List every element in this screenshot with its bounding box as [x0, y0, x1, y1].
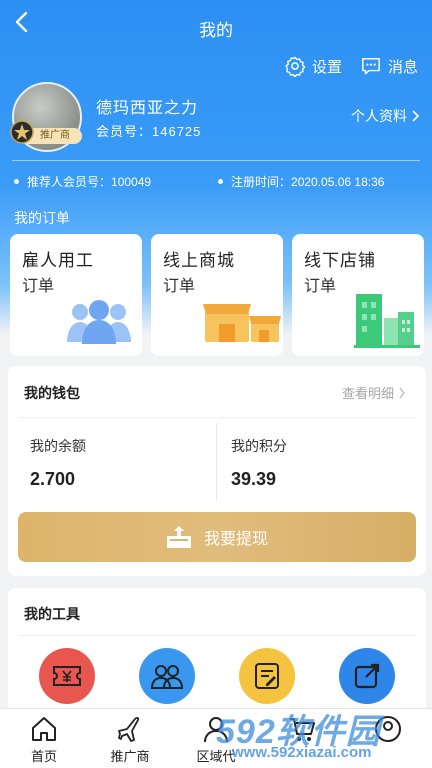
tools-title: 我的工具 — [24, 606, 80, 622]
tab-label: 首页 — [30, 749, 57, 764]
message-icon — [362, 58, 380, 75]
gear-icon — [285, 56, 306, 77]
member-value: 146725 — [152, 124, 202, 139]
tab-home[interactable]: 首页 — [0, 709, 88, 768]
ticket-icon — [53, 666, 81, 686]
page-title: 我的 — [199, 21, 233, 40]
tool-share[interactable] — [339, 648, 395, 704]
messages-label: 消息 — [387, 58, 418, 76]
people-group-icon — [67, 300, 131, 344]
top-bar: 我的 — [0, 0, 432, 52]
watermark: 592软件园 www.592xiazai.com — [212, 700, 432, 768]
home-icon — [32, 717, 56, 741]
shop-icon — [203, 304, 281, 342]
referrer-label: 推荐人会员号： — [27, 175, 112, 189]
orders-title: 我的订单 — [14, 210, 70, 226]
settings-button[interactable]: 设置 — [284, 55, 342, 77]
order-card-title: 雇人用工 — [22, 251, 94, 270]
registration-info: 注册时间： 2020.05.06 18:36 — [218, 173, 384, 190]
tool-team[interactable] — [139, 648, 195, 704]
tool-notes[interactable] — [239, 648, 295, 704]
order-card-title: 线上商城 — [163, 251, 235, 270]
balance-value[interactable]: 2.700 — [30, 469, 75, 490]
referrer-value: 100049 — [111, 174, 152, 189]
badge-emblem-icon — [10, 120, 34, 144]
share-icon — [354, 663, 380, 689]
points-value[interactable]: 39.39 — [231, 469, 276, 490]
profile-link-label: 个人资料 — [351, 108, 407, 124]
divider — [18, 635, 416, 636]
bullet-dot — [218, 179, 223, 184]
chevron-right-icon — [412, 110, 420, 122]
building-icon — [354, 294, 420, 348]
plane-icon — [118, 717, 140, 742]
order-card-sub: 订单 — [22, 278, 55, 295]
tab-promoter[interactable]: 推广商 — [86, 709, 174, 768]
vertical-divider — [216, 423, 217, 501]
profile-link[interactable]: 个人资料 — [351, 106, 420, 126]
notes-icon — [255, 663, 279, 689]
messages-button[interactable]: 消息 — [360, 55, 418, 77]
order-card-online-mall[interactable]: 线上商城 订单 — [151, 234, 283, 356]
member-label: 会员号： — [96, 124, 153, 139]
tool-ticket[interactable] — [39, 648, 95, 704]
wallet-title: 我的钱包 — [24, 385, 80, 401]
withdraw-icon — [166, 526, 191, 548]
order-card-sub: 订单 — [304, 278, 337, 295]
watermark-url: www.592xiazai.com — [232, 744, 372, 761]
header-divider — [12, 160, 420, 161]
view-details-link[interactable]: 查看明细 — [342, 383, 406, 402]
member-number: 会员号：146725 — [96, 121, 201, 140]
divider — [18, 417, 416, 418]
settings-label: 设置 — [311, 58, 342, 76]
chevron-right-icon — [399, 387, 405, 398]
user-name: 德玛西亚之力 — [96, 100, 199, 117]
withdraw-button[interactable]: 我要提现 — [18, 512, 416, 562]
registration-value: 2020.05.06 18:36 — [291, 174, 385, 189]
referrer-info: 推荐人会员号： 100049 — [14, 173, 151, 190]
order-card-title: 线下店铺 — [304, 251, 376, 270]
tab-label: 推广商 — [110, 749, 150, 764]
registration-label: 注册时间： — [231, 175, 292, 189]
wallet-card: 我的钱包 查看明细 我的余额 2.700 我的积分 39.39 我要提现 — [8, 366, 426, 576]
points-label: 我的积分 — [231, 438, 287, 454]
bullet-dot — [14, 179, 19, 184]
view-details-label: 查看明细 — [341, 386, 394, 401]
balance-label: 我的余额 — [30, 438, 86, 454]
withdraw-label: 我要提现 — [203, 531, 268, 548]
order-card-sub: 订单 — [163, 278, 196, 295]
team-icon — [150, 665, 184, 689]
order-card-offline-store[interactable]: 线下店铺 订单 — [292, 234, 424, 356]
order-card-hire[interactable]: 雇人用工 订单 — [10, 234, 142, 356]
header-actions: 设置 消息 — [284, 55, 418, 77]
